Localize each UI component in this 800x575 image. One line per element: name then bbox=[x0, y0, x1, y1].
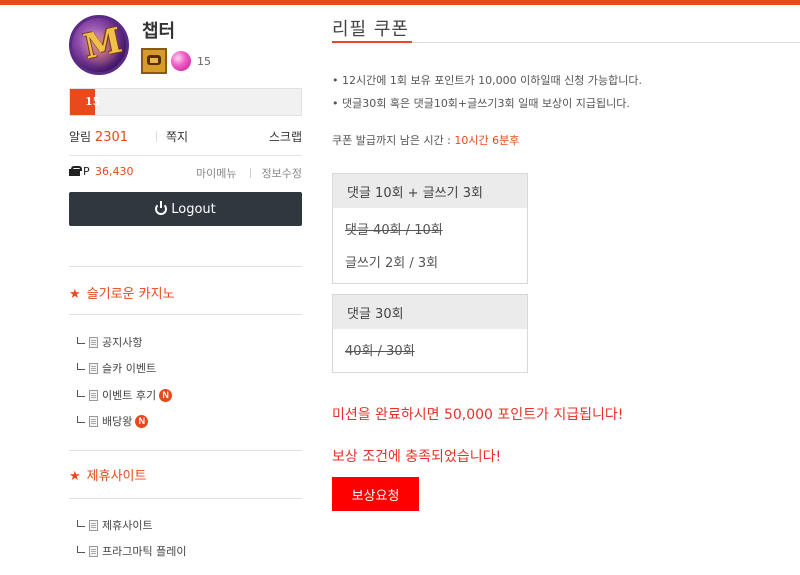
mission-progress-comments: 40회 / 30회 bbox=[345, 344, 415, 359]
divider bbox=[412, 42, 800, 43]
sidebar-item-notice[interactable]: 공지사항 bbox=[77, 334, 142, 350]
reward-request-button[interactable]: 보상요청 bbox=[332, 477, 419, 511]
divider bbox=[156, 131, 157, 142]
title-underline bbox=[332, 41, 412, 43]
gem-icon bbox=[171, 51, 191, 71]
gem-count: 15 bbox=[197, 54, 211, 68]
my-menu-link[interactable]: 마이메뉴 bbox=[196, 165, 236, 181]
sidebar-item-pragmatic-play[interactable]: 프라그마틱 플레이 bbox=[77, 543, 186, 559]
tree-branch-icon bbox=[77, 389, 85, 397]
logout-label: Logout bbox=[171, 201, 216, 217]
document-icon bbox=[89, 519, 98, 531]
gift-icon bbox=[69, 166, 82, 176]
star-icon: ★ bbox=[69, 287, 81, 302]
sidebar-item-event[interactable]: 슬카 이벤트 bbox=[77, 360, 156, 376]
level-progress-bar: 15 bbox=[69, 88, 302, 116]
points-value: 36,430 bbox=[95, 165, 134, 178]
message-link[interactable]: 쪽지 bbox=[166, 128, 188, 145]
tree-branch-icon bbox=[77, 545, 85, 553]
scrap-link[interactable]: 스크랩 bbox=[269, 128, 302, 145]
document-icon bbox=[89, 362, 98, 374]
divider bbox=[69, 450, 302, 451]
tree-branch-icon bbox=[77, 362, 85, 370]
tree-branch-icon bbox=[77, 415, 85, 423]
mission-box-header: 댓글 10회 + 글쓰기 3회 bbox=[333, 174, 527, 208]
document-icon bbox=[89, 336, 98, 348]
section-title-casino[interactable]: ★ 슬기로운 카지노 bbox=[69, 283, 175, 302]
notice-line-2: • 댓글30회 혹은 댓글10회+글쓰기3회 일때 보상이 지급됩니다. bbox=[332, 97, 630, 110]
remaining-time: 쿠폰 발급까지 남은 시간 : 10시간 6분후 bbox=[332, 134, 520, 147]
section-title-partners[interactable]: ★ 제휴사이트 bbox=[69, 465, 146, 484]
new-badge: N bbox=[159, 388, 173, 402]
sidebar-profile: M 챕터 15 bbox=[69, 15, 302, 87]
logout-button[interactable]: Logout bbox=[69, 192, 302, 226]
divider bbox=[69, 155, 302, 156]
page-title: 리필 쿠폰 bbox=[332, 19, 409, 40]
condition-message: 보상 조건에 충족되었습니다! bbox=[332, 449, 502, 465]
document-icon bbox=[89, 389, 98, 401]
notice-line-1: • 12시간에 1회 보유 포인트가 10,000 이하일때 신청 가능합니다. bbox=[332, 74, 642, 87]
mission-message: 미션을 완료하시면 50,000 포인트가 지급됩니다! bbox=[332, 407, 624, 423]
level-number: 15 bbox=[85, 95, 101, 108]
mission-box-comment-only: 댓글 30회 40회 / 30회 bbox=[332, 294, 528, 373]
mission-box-header: 댓글 30회 bbox=[333, 295, 527, 329]
star-icon: ★ bbox=[69, 469, 81, 484]
top-accent-bar bbox=[0, 0, 800, 5]
document-icon bbox=[89, 415, 98, 427]
remaining-time-value: 10시간 6분후 bbox=[454, 134, 520, 147]
sidebar-item-partner-site[interactable]: 제휴사이트 bbox=[77, 517, 153, 533]
divider bbox=[69, 314, 302, 315]
divider bbox=[69, 498, 302, 499]
divider bbox=[69, 266, 302, 267]
avatar[interactable]: M bbox=[69, 15, 129, 75]
badge-row: 15 bbox=[141, 48, 211, 74]
power-icon bbox=[155, 201, 168, 215]
tree-branch-icon bbox=[77, 519, 85, 527]
points-prefix: P bbox=[83, 165, 90, 178]
mission-progress-comments: 댓글 40회 / 10회 bbox=[345, 223, 443, 238]
tree-branch-icon bbox=[77, 336, 85, 344]
new-badge: N bbox=[135, 414, 149, 428]
points-row: P 36,430 마이메뉴 정보수정 bbox=[69, 165, 302, 183]
alarm-link[interactable]: 알림 2301 bbox=[69, 128, 128, 145]
document-icon bbox=[89, 545, 98, 557]
nickname: 챕터 bbox=[142, 21, 176, 42]
profile-links: 알림 2301 쪽지 스크랩 bbox=[69, 128, 302, 148]
mission-box-comment-post: 댓글 10회 + 글쓰기 3회 댓글 40회 / 10회 글쓰기 2회 / 3회 bbox=[332, 173, 528, 284]
sidebar-item-event-review[interactable]: 이벤트 후기 N bbox=[77, 387, 173, 403]
edit-info-link[interactable]: 정보수정 bbox=[262, 165, 302, 181]
level-badge-icon bbox=[141, 48, 167, 74]
sidebar-item-dividend-king[interactable]: 배당왕 N bbox=[77, 413, 149, 429]
mission-progress-posts: 글쓰기 2회 / 3회 bbox=[345, 256, 439, 271]
alarm-count: 2301 bbox=[94, 130, 129, 145]
divider bbox=[250, 168, 251, 178]
